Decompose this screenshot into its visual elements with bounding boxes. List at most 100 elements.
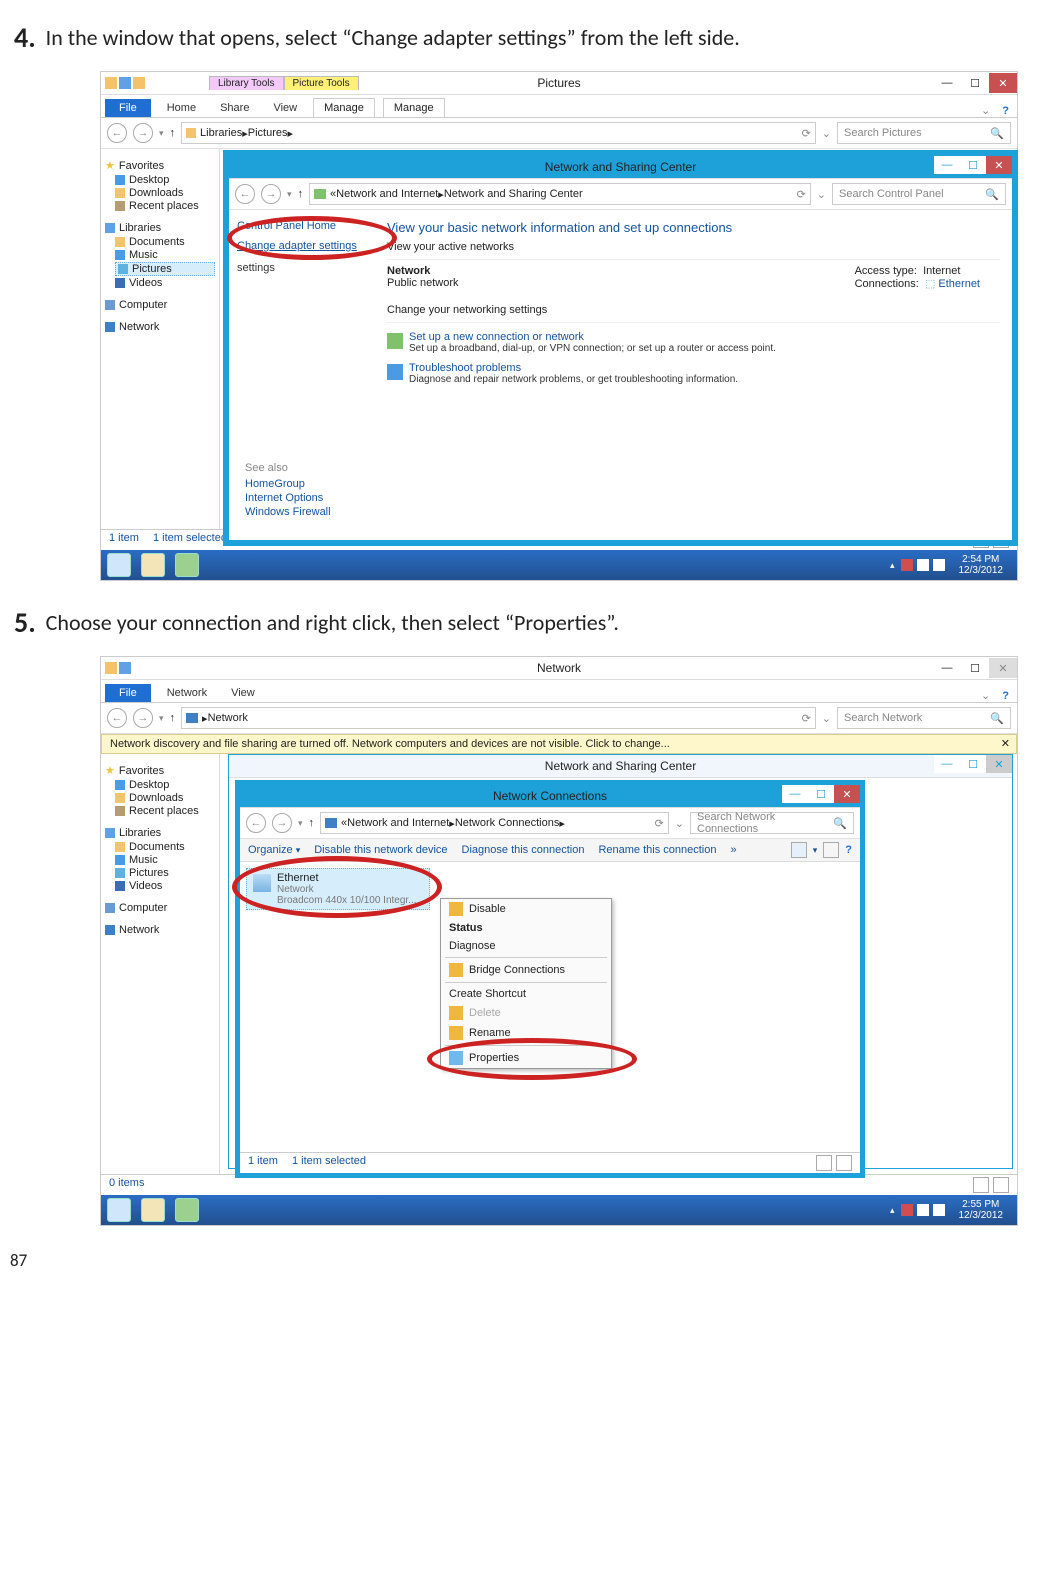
close-button[interactable]: ✕ xyxy=(989,658,1017,678)
search-input[interactable]: Search Network Connections🔍 xyxy=(690,812,854,834)
sidebar-network[interactable]: Network xyxy=(105,924,215,936)
breadcrumb[interactable]: Network xyxy=(208,712,248,724)
ctx-bridge[interactable]: Bridge Connections xyxy=(441,960,611,980)
sidebar-item-documents[interactable]: Documents xyxy=(115,841,215,853)
ctx-rename[interactable]: Rename xyxy=(441,1023,611,1043)
picture-tools-tab[interactable]: Picture Tools xyxy=(284,76,359,90)
sidebar-item-recent[interactable]: Recent places xyxy=(115,805,215,817)
sidebar-item-downloads[interactable]: Downloads xyxy=(115,792,215,804)
minimize-button[interactable]: — xyxy=(934,156,960,174)
sidebar-item-pictures[interactable]: Pictures xyxy=(115,867,215,879)
back-button[interactable]: ← xyxy=(235,184,255,204)
sidebar-item-videos[interactable]: Videos xyxy=(115,277,215,289)
refresh-icon[interactable]: ⟳ xyxy=(797,188,806,201)
sidebar-computer[interactable]: Computer xyxy=(105,902,215,914)
ctx-status[interactable]: Status xyxy=(441,919,611,937)
network-tab[interactable]: Network xyxy=(159,684,215,702)
ethernet-connection-item[interactable]: Ethernet Network Broadcom 440x 10/100 In… xyxy=(246,868,430,910)
breadcrumb[interactable]: Libraries xyxy=(200,127,242,139)
icons-view-icon[interactable] xyxy=(836,1155,852,1171)
close-button[interactable]: ✕ xyxy=(989,73,1017,93)
taskbar-clock[interactable]: 2:55 PM12/3/2012 xyxy=(951,1197,1012,1223)
close-button[interactable]: ✕ xyxy=(834,785,860,803)
details-view-icon[interactable] xyxy=(816,1155,832,1171)
sidebar-computer[interactable]: Computer xyxy=(105,299,215,311)
up-button[interactable]: ↑ xyxy=(170,127,176,139)
breadcrumb[interactable]: Network and Sharing Center xyxy=(444,188,583,200)
breadcrumb[interactable]: Network and Internet xyxy=(336,188,438,200)
maximize-button[interactable]: ☐ xyxy=(960,755,986,773)
minimize-button[interactable]: — xyxy=(933,73,961,93)
history-dropdown-icon[interactable]: ▾ xyxy=(287,189,292,200)
library-tools-tab[interactable]: Library Tools xyxy=(209,76,284,90)
volume-icon[interactable] xyxy=(933,1204,945,1216)
sidebar-item-music[interactable]: Music xyxy=(115,249,215,261)
address-bar[interactable]: ▸ Network ⟳ xyxy=(181,707,816,729)
up-button[interactable]: ↑ xyxy=(298,188,304,200)
sidebar-libraries[interactable]: Libraries xyxy=(105,222,215,234)
details-view-icon[interactable] xyxy=(973,1177,989,1193)
sidebar-item-desktop[interactable]: Desktop xyxy=(115,779,215,791)
file-tab[interactable]: File xyxy=(105,684,151,702)
maximize-button[interactable]: ☐ xyxy=(961,73,989,93)
network-tray-icon[interactable] xyxy=(917,1204,929,1216)
folder-icon[interactable] xyxy=(133,77,145,89)
more-tools[interactable]: » xyxy=(730,844,736,856)
history-dropdown-icon[interactable]: ▾ xyxy=(159,713,164,724)
maximize-button[interactable]: ☐ xyxy=(808,785,834,803)
maximize-button[interactable]: ☐ xyxy=(961,658,989,678)
expand-ribbon-icon[interactable]: ⌄ xyxy=(981,104,990,117)
forward-button[interactable]: → xyxy=(261,184,281,204)
back-button[interactable]: ← xyxy=(107,708,127,728)
network-tray-icon[interactable] xyxy=(917,559,929,571)
sidebar-network[interactable]: Network xyxy=(105,321,215,333)
rename-button[interactable]: Rename this connection xyxy=(598,844,716,856)
windows-firewall-link[interactable]: Windows Firewall xyxy=(245,506,359,518)
view-tab[interactable]: View xyxy=(223,684,263,702)
forward-button[interactable]: → xyxy=(133,708,153,728)
volume-icon[interactable] xyxy=(933,559,945,571)
explorer-taskbar-icon[interactable] xyxy=(141,553,165,577)
view-tab[interactable]: View xyxy=(265,99,305,117)
sidebar-item-pictures[interactable]: Pictures xyxy=(115,262,215,276)
internet-options-link[interactable]: Internet Options xyxy=(245,492,359,504)
sidebar-item-documents[interactable]: Documents xyxy=(115,236,215,248)
breadcrumb[interactable]: Network and Internet xyxy=(347,817,449,829)
change-adapter-settings-link[interactable]: Change adapter settings xyxy=(237,240,367,252)
troubleshoot-action[interactable]: Troubleshoot problemsDiagnose and repair… xyxy=(387,362,1000,385)
refresh-icon[interactable]: ⟳ xyxy=(655,817,664,830)
ctx-create-shortcut[interactable]: Create Shortcut xyxy=(441,985,611,1003)
save-icon[interactable] xyxy=(119,77,131,89)
help-icon[interactable]: ? xyxy=(845,844,852,856)
tray-expand-icon[interactable]: ▴ xyxy=(890,1205,895,1216)
manage-tab-2[interactable]: Manage xyxy=(383,98,445,117)
up-button[interactable]: ↑ xyxy=(309,817,315,829)
close-button[interactable]: ✕ xyxy=(986,755,1012,773)
view-options-icon[interactable] xyxy=(791,842,807,858)
info-bar[interactable]: Network discovery and file sharing are t… xyxy=(101,734,1017,754)
manage-tab-1[interactable]: Manage xyxy=(313,98,375,117)
disable-device-button[interactable]: Disable this network device xyxy=(314,844,447,856)
address-bar[interactable]: « Network and Internet ▸ Network and Sha… xyxy=(309,183,811,205)
home-tab[interactable]: Home xyxy=(159,99,204,117)
cp-home-link[interactable]: Control Panel Home xyxy=(237,220,367,232)
refresh-icon[interactable]: ⟳ xyxy=(802,712,811,725)
flag-icon[interactable] xyxy=(901,559,913,571)
flag-icon[interactable] xyxy=(901,1204,913,1216)
close-button[interactable]: ✕ xyxy=(986,156,1012,174)
forward-button[interactable]: → xyxy=(272,813,292,833)
minimize-button[interactable]: — xyxy=(933,658,961,678)
help-icon[interactable]: ? xyxy=(1002,690,1009,702)
sidebar-libraries[interactable]: Libraries xyxy=(105,827,215,839)
explorer-taskbar-icon[interactable] xyxy=(141,1198,165,1222)
ctx-disable[interactable]: Disable xyxy=(441,899,611,919)
sidebar-favorites[interactable]: ★Favorites xyxy=(105,764,215,777)
back-button[interactable]: ← xyxy=(246,813,266,833)
ethernet-link[interactable]: Ethernet xyxy=(938,278,980,290)
search-input[interactable]: Search Control Panel🔍 xyxy=(832,183,1006,205)
save-icon[interactable] xyxy=(119,662,131,674)
icons-view-icon[interactable] xyxy=(993,1177,1009,1193)
setup-connection-action[interactable]: Set up a new connection or networkSet up… xyxy=(387,331,1000,354)
maximize-button[interactable]: ☐ xyxy=(960,156,986,174)
taskbar-clock[interactable]: 2:54 PM12/3/2012 xyxy=(951,552,1012,578)
